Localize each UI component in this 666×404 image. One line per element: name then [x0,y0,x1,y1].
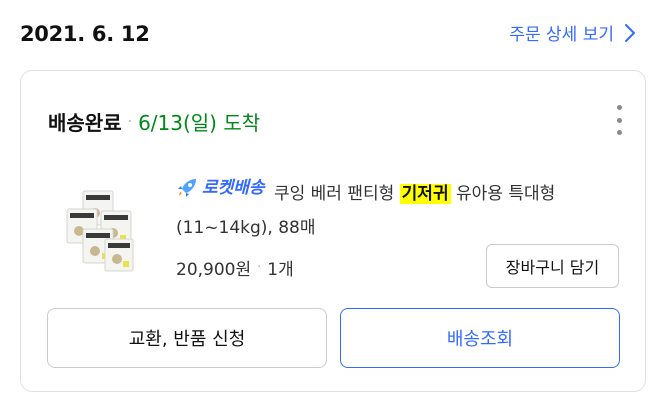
exchange-return-button[interactable]: 교환, 반품 신청 [47,308,327,368]
price-separator: · [257,260,262,275]
more-dot [616,105,622,110]
delivery-status: 배송완료 [48,111,122,135]
product-quantity: 1개 [267,260,294,280]
add-to-cart-button[interactable]: 장바구니 담기 [486,244,619,288]
product-thumbnail[interactable] [61,189,141,275]
arrival-date: 6/13(일) 도착 [138,111,261,135]
rocket-delivery-label: 로켓배송 [202,178,265,198]
order-date: 2021. 6. 12 [20,22,150,46]
rocket-icon [178,179,196,197]
product-info: 로켓배송 쿠잉 베러 팬티형 기저귀 유아용 특대형 (11~14kg), 88… [176,171,616,245]
more-dot [616,117,622,123]
status-separator: · [127,113,133,130]
product-name[interactable]: 로켓배송 쿠잉 베러 팬티형 기저귀 유아용 특대형 (11~14kg), 88… [176,171,616,245]
order-detail-label: 주문 상세 보기 [509,25,614,45]
track-delivery-button[interactable]: 배송조회 [340,308,620,368]
order-card: 배송완료 · 6/13(일) 도착 로켓배송 쿠잉 베러 팬티형 기저귀 유아용… [20,70,646,392]
price-row: 20,900원 · 1개 [176,255,294,280]
order-header: 2021. 6. 12 주문 상세 보기 [0,0,666,68]
product-price: 20,900원 [176,260,252,280]
chevron-right-icon [625,23,635,42]
more-vertical-icon[interactable] [613,105,625,135]
more-dot [616,130,622,135]
delivery-status-row: 배송완료 · 6/13(일) 도착 [48,107,260,136]
order-detail-link[interactable]: 주문 상세 보기 [509,20,636,45]
product-name-keyword: 기저귀 [399,184,451,204]
product-name-part-1: 쿠잉 베러 팬티형 [268,184,400,204]
rocket-delivery-badge: 로켓배송 [176,171,265,205]
